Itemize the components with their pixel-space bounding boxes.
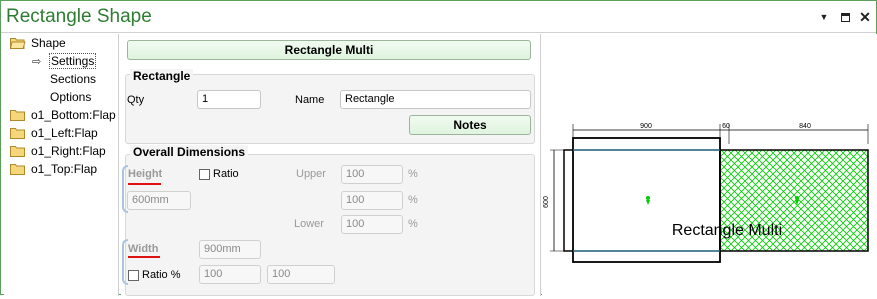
name-label: Name	[295, 94, 325, 106]
upper-label: Upper	[296, 168, 326, 180]
lower-percent: %	[408, 218, 418, 230]
maximize-icon[interactable]	[837, 9, 853, 25]
tree-item-right-flap[interactable]: o1_Right:Flap	[10, 143, 106, 159]
dim-900-text: 900	[640, 123, 652, 130]
ratio-percent-checkbox[interactable]	[128, 270, 139, 281]
qty-label: Qty	[127, 94, 145, 106]
dim-840-text: 840	[799, 123, 811, 130]
ratio-percent-input-2[interactable]: 100	[267, 265, 335, 284]
height-input[interactable]: 600mm	[127, 191, 191, 210]
lower-input[interactable]: 100	[341, 215, 403, 234]
close-icon[interactable]: ✕	[857, 9, 873, 25]
shape-tree: Shape ⇨ Settings Sections Options o1_Bot…	[4, 34, 119, 296]
marker-icon	[646, 196, 650, 205]
title-bar: Rectangle Shape ▼ ✕	[1, 1, 876, 33]
overall-dimensions-title: Overall Dimensions	[130, 145, 249, 159]
ratio-percent-input-1[interactable]: 100	[199, 265, 261, 284]
tree-item-left-flap[interactable]: o1_Left:Flap	[10, 125, 98, 141]
mid-percent: %	[408, 194, 418, 206]
tree-item-settings[interactable]: ⇨ Settings	[32, 53, 97, 69]
folder-open-icon	[10, 37, 26, 49]
folder-icon	[10, 163, 26, 175]
ratio-percent-label: Ratio %	[142, 269, 181, 281]
preview-drawing: 900 60 840 600 Rectangle Multi	[543, 123, 869, 263]
qty-input[interactable]: 1	[197, 90, 261, 109]
width-underline	[128, 256, 160, 258]
dim-600-text: 600	[543, 196, 550, 208]
notes-button[interactable]: Notes	[409, 115, 531, 135]
width-label: Width	[128, 243, 159, 255]
dim-60-text: 60	[722, 123, 730, 130]
dropdown-icon[interactable]: ▼	[816, 9, 832, 25]
preview-label: Rectangle Multi	[672, 222, 782, 239]
folder-icon	[10, 127, 26, 139]
mid-ratio-input[interactable]: 100	[341, 191, 403, 210]
tree-item-bottom-flap[interactable]: o1_Bottom:Flap	[10, 107, 116, 123]
name-input[interactable]: Rectangle	[340, 90, 531, 109]
rectangle-shape-window: Rectangle Shape ▼ ✕ Shape ⇨ Settings Sec…	[0, 0, 877, 296]
folder-icon	[10, 109, 26, 121]
window-title: Rectangle Shape	[6, 6, 152, 27]
shape-preview: 900 60 840 600 Rectangle Multi	[542, 34, 877, 296]
height-label: Height	[128, 168, 163, 180]
tree-item-top-flap[interactable]: o1_Top:Flap	[10, 161, 97, 177]
tree-item-shape[interactable]: Shape	[10, 35, 66, 51]
tree-item-sections[interactable]: Sections	[50, 71, 96, 87]
arrow-right-icon: ⇨	[32, 55, 42, 68]
rectangle-group-title: Rectangle	[130, 69, 194, 83]
upper-percent: %	[408, 168, 418, 180]
ratio-label: Ratio	[213, 168, 239, 180]
lower-label: Lower	[294, 218, 324, 230]
rectangle-multi-button[interactable]: Rectangle Multi	[127, 40, 531, 60]
width-input[interactable]: 900mm	[199, 240, 261, 259]
height-underline	[128, 183, 161, 185]
folder-icon	[10, 145, 26, 157]
ratio-checkbox[interactable]	[199, 169, 210, 180]
settings-panel: Rectangle Multi Rectangle Qty 1 Name Rec…	[121, 34, 541, 296]
upper-input[interactable]: 100	[341, 165, 403, 184]
tree-item-options[interactable]: Options	[50, 89, 91, 105]
